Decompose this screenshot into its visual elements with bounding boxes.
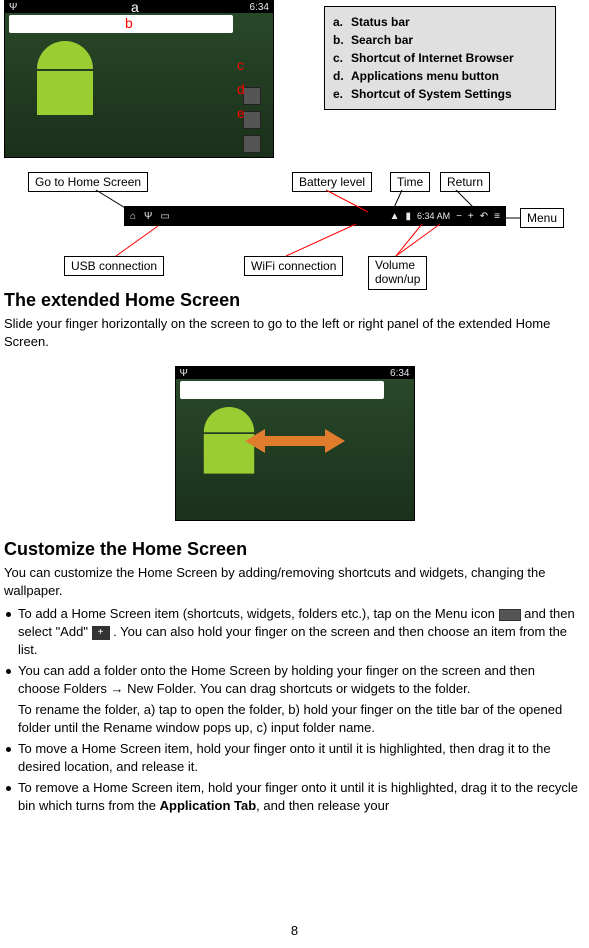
label-b: b	[125, 15, 133, 31]
status-bar-full: ⌂ Ψ ▭ ▲ ▮ 6:34 AM − + ↶ ≡	[124, 206, 506, 226]
legend-box: a.Status bar b.Search bar c.Shortcut of …	[324, 6, 556, 110]
vol-up-icon: +	[468, 211, 474, 222]
vol-down-icon: −	[456, 211, 462, 222]
legend-key: a.	[333, 13, 351, 31]
heading-customize: Customize the Home Screen	[4, 539, 589, 560]
legend-area: a.Status bar b.Search bar c.Shortcut of …	[280, 0, 589, 158]
menu-icon: ≡	[494, 211, 500, 222]
label-volume: Volume down/up	[368, 256, 427, 290]
label-usb: USB connection	[64, 256, 164, 276]
bullet-text: , and then release your	[256, 798, 389, 813]
label-c: c	[237, 57, 244, 73]
paragraph-customize: You can customize the Home Screen by add…	[4, 564, 581, 599]
legend-key: e.	[333, 85, 351, 103]
legend-row-d: d.Applications menu button	[333, 67, 547, 85]
homescreen-preview-1: Ψ 6:34 a b c d e	[4, 0, 274, 158]
heading-extended: The extended Home Screen	[4, 290, 589, 311]
bullet-add-folder: You can add a folder onto the Home Scree…	[4, 662, 579, 698]
settings-shortcut-icon	[243, 135, 261, 153]
android-figure	[30, 41, 100, 121]
homescreen-preview-2: Ψ 6:34	[175, 366, 415, 521]
status-bar-mini: Ψ 6:34	[5, 1, 273, 13]
add-icon-inline: +	[92, 626, 110, 640]
label-a: a	[131, 0, 139, 15]
status-bar-time: 6:34 AM	[417, 211, 450, 221]
battery-icon: ▮	[406, 211, 412, 222]
label-d: d	[237, 81, 245, 97]
customize-bullets: To add a Home Screen item (shortcuts, wi…	[4, 605, 579, 698]
sd-icon: ▭	[160, 211, 169, 222]
return-icon: ↶	[480, 211, 488, 222]
label-return: Return	[440, 172, 490, 192]
search-bar-mini	[9, 15, 233, 33]
menu-icon-inline	[499, 609, 521, 621]
legend-row-a: a.Status bar	[333, 13, 547, 31]
legend-key: b.	[333, 31, 351, 49]
usb-icon: Ψ	[180, 368, 188, 379]
legend-text: Search bar	[351, 33, 413, 47]
legend-text: Status bar	[351, 15, 410, 29]
label-menu: Menu	[520, 208, 564, 228]
legend-text: Shortcut of Internet Browser	[351, 51, 514, 65]
bullet-rename-folder: To rename the folder, a) tap to open the…	[4, 701, 579, 737]
label-time: Time	[390, 172, 430, 192]
label-e: e	[237, 105, 245, 121]
usb-icon: Ψ	[144, 211, 152, 222]
legend-text: Shortcut of System Settings	[351, 87, 512, 101]
label-wifi: WiFi connection	[244, 256, 343, 276]
paragraph-extended: Slide your finger horizontally on the sc…	[4, 315, 581, 350]
bullet-text: To add a Home Screen item (shortcuts, wi…	[18, 606, 499, 621]
label-battery: Battery level	[292, 172, 372, 192]
dock-column	[243, 87, 263, 153]
legend-row-b: b.Search bar	[333, 31, 547, 49]
statusbar-diagram: Go to Home Screen Battery level Time Ret…	[0, 164, 589, 284]
clock-icon: 6:34	[390, 368, 409, 379]
legend-text: Applications menu button	[351, 69, 499, 83]
legend-key: c.	[333, 49, 351, 67]
usb-icon: Ψ	[9, 2, 17, 13]
bullet-text: You can add a folder onto the Home Scree…	[18, 663, 535, 696]
status-bar-mini-2: Ψ 6:34	[176, 367, 414, 379]
browser-shortcut-icon	[243, 87, 261, 105]
top-row: Ψ 6:34 a b c d e a.Status bar b.Search b…	[0, 0, 589, 158]
application-tab-bold: Application Tab	[160, 798, 257, 813]
legend-row-e: e.Shortcut of System Settings	[333, 85, 547, 103]
legend-key: d.	[333, 67, 351, 85]
page-number: 8	[291, 923, 298, 938]
label-go-home: Go to Home Screen	[28, 172, 148, 192]
legend-row-c: c.Shortcut of Internet Browser	[333, 49, 547, 67]
status-bar-left: ⌂ Ψ ▭	[130, 211, 170, 222]
wifi-icon: ▲	[390, 211, 400, 222]
search-bar-mini-2	[180, 381, 384, 399]
apps-menu-icon	[243, 111, 261, 129]
homescreen-preview-area: Ψ 6:34 a b c d e	[0, 0, 280, 158]
bullet-remove-item: To remove a Home Screen item, hold your …	[4, 779, 579, 815]
bullet-move-item: To move a Home Screen item, hold your fi…	[4, 740, 579, 776]
android-head-icon	[37, 41, 93, 69]
swipe-arrow-icon	[245, 426, 345, 456]
bullet-text: To move a Home Screen item, hold your fi…	[18, 741, 551, 774]
clock-icon: 6:34	[250, 2, 269, 13]
bullet-add-item: To add a Home Screen item (shortcuts, wi…	[4, 605, 579, 659]
customize-bullets-2: To move a Home Screen item, hold your fi…	[4, 740, 579, 815]
home-icon: ⌂	[130, 211, 136, 222]
status-bar-right: ▲ ▮ 6:34 AM − + ↶ ≡	[390, 211, 500, 222]
android-body-icon	[37, 71, 93, 115]
